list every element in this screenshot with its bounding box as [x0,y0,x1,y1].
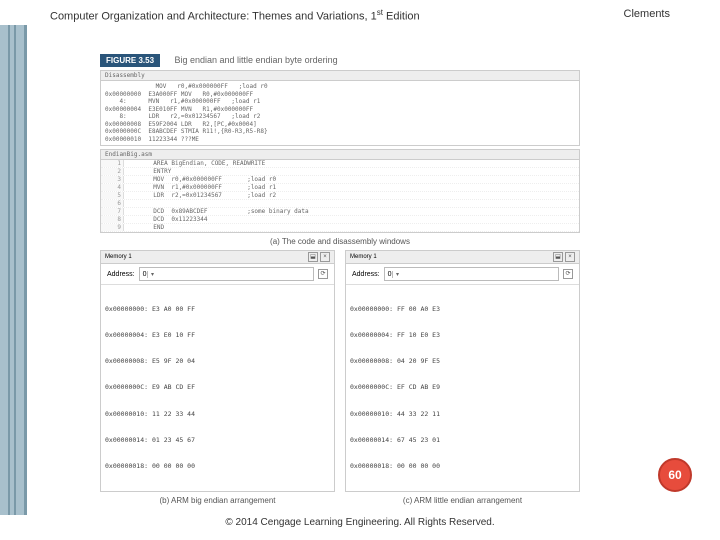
title-edition: Edition [383,11,420,23]
title-text: Computer Organization and Architecture: … [50,11,377,23]
dropdown-icon[interactable]: ▾ [147,271,158,278]
address-label: Address: [107,271,135,278]
caption-c: (c) ARM little endian arrangement [345,496,580,505]
memory-captions: (b) ARM big endian arrangement (c) ARM l… [100,492,580,509]
page-number: 60 [668,468,681,482]
asm-line: 8: LDR r2,=0x01234567 ;load r2 [101,113,579,121]
code-row: 6 [101,200,579,208]
slide-header: Computer Organization and Architecture: … [50,8,670,23]
disassembly-body: MOV r0,#0x000000FF ;load r0 0x00000000 E… [101,81,579,145]
mem-line: 0x00000008: E5 9F 20 04 [105,357,330,366]
memory-toolbar: ⬓ × [553,252,575,262]
mem-line: 0x00000000: E3 A0 00 FF [105,305,330,314]
go-icon[interactable]: ⟳ [318,269,328,279]
mem-line: 0x00000018: 00 00 00 00 [105,462,330,471]
line-num: 3 [101,176,124,183]
disassembly-header: Disassembly [101,71,579,81]
mem-line: 0x00000000: FF 00 A0 E3 [350,305,575,314]
code-row: 9 END [101,224,579,232]
memory-address-row: Address: 0▾ ⟳ [101,264,334,285]
line-num: 8 [101,216,124,223]
code-row: 7 DCD 0x89ABCDEF ;some binary data [101,208,579,216]
pin-icon[interactable]: ⬓ [308,252,318,262]
asm-line: 4: MVN r1,#0x000000FF ;load r1 [101,98,579,106]
line-num: 6 [101,200,124,207]
address-input[interactable]: 0▾ [384,267,559,281]
code-row: 4 MVN r1,#0x000000FF ;load r1 [101,184,579,192]
asm-line: 0x00000000 E3A000FF MOV R0,#0x000000FF [101,91,579,99]
code-text: AREA BigEndian, CODE, READWRITE [124,160,579,167]
code-panel: EndianBig.asm 1 AREA BigEndian, CODE, RE… [100,149,580,233]
mem-line: 0x00000004: FF 10 E0 E3 [350,331,575,340]
close-icon[interactable]: × [565,252,575,262]
mem-line: 0x00000008: 04 20 9F E5 [350,357,575,366]
asm-line: 0x00000008 E59F2004 LDR R2,[PC,#0x0004] [101,121,579,129]
code-text: LDR r2,=0x01234567 ;load r2 [124,192,579,199]
memory-title: Memory 1 [350,254,377,260]
memory-titlebar: Memory 1 ⬓ × [346,251,579,264]
mem-line: 0x00000014: 01 23 45 67 [105,436,330,445]
line-num: 1 [101,160,124,167]
asm-line: 0x00000010 11223344 ???ME [101,136,579,144]
asm-line: MOV r0,#0x000000FF ;load r0 [101,83,579,91]
code-row: 2 ENTRY [101,168,579,176]
mem-line: 0x00000014: 67 45 23 01 [350,436,575,445]
line-num: 7 [101,208,124,215]
copyright-footer: © 2014 Cengage Learning Engineering. All… [0,517,720,528]
code-text: DCD 0x11223344 [124,216,579,223]
author: Clements [624,8,670,23]
mem-line: 0x0000000C: E9 AB CD EF [105,383,330,392]
figure-title: Big endian and little endian byte orderi… [174,55,337,65]
code-header: EndianBig.asm [101,150,579,160]
figure-label: FIGURE 3.53 [100,54,160,67]
dropdown-icon[interactable]: ▾ [392,271,403,278]
figure: FIGURE 3.53 Big endian and little endian… [100,50,580,509]
mem-line: 0x00000018: 00 00 00 00 [350,462,575,471]
caption-a: (a) The code and disassembly windows [100,237,580,246]
code-text: ENTRY [124,168,579,175]
address-label: Address: [352,271,380,278]
asm-line: 0x00000004 E3E010FF MVN R1,#0x000000FF [101,106,579,114]
asm-line: 0x0000000C E8ABCDEF STMIA R11!,{R0-R3,R5… [101,128,579,136]
memory-right-body: 0x00000000: FF 00 A0 E3 0x00000004: FF 1… [346,285,579,491]
go-icon[interactable]: ⟳ [563,269,573,279]
memory-left-body: 0x00000000: E3 A0 00 FF 0x00000004: E3 E… [101,285,334,491]
code-row: 5 LDR r2,=0x01234567 ;load r2 [101,192,579,200]
caption-b: (b) ARM big endian arrangement [100,496,335,505]
line-num: 5 [101,192,124,199]
memory-row: Memory 1 ⬓ × Address: 0▾ ⟳ 0x00000000: E… [100,250,580,492]
mem-line: 0x0000000C: EF CD AB E9 [350,383,575,392]
line-num: 2 [101,168,124,175]
code-body: 1 AREA BigEndian, CODE, READWRITE 2 ENTR… [101,160,579,232]
code-row: 1 AREA BigEndian, CODE, READWRITE [101,160,579,168]
memory-title: Memory 1 [105,254,132,260]
line-num: 9 [101,224,124,231]
address-input[interactable]: 0▾ [139,267,314,281]
code-text: MOV r0,#0x000000FF ;load r0 [124,176,579,183]
code-text: DCD 0x89ABCDEF ;some binary data [124,208,579,215]
line-num: 4 [101,184,124,191]
memory-titlebar: Memory 1 ⬓ × [101,251,334,264]
memory-toolbar: ⬓ × [308,252,330,262]
memory-address-row: Address: 0▾ ⟳ [346,264,579,285]
mem-line: 0x00000004: E3 E0 10 FF [105,331,330,340]
code-row: 3 MOV r0,#0x000000FF ;load r0 [101,176,579,184]
pin-icon[interactable]: ⬓ [553,252,563,262]
side-accent [0,25,27,515]
code-row: 8 DCD 0x11223344 [101,216,579,224]
page-number-badge: 60 [658,458,692,492]
code-text [124,200,579,207]
close-icon[interactable]: × [320,252,330,262]
code-text: MVN r1,#0x000000FF ;load r1 [124,184,579,191]
mem-line: 0x00000010: 11 22 33 44 [105,410,330,419]
book-title: Computer Organization and Architecture: … [50,8,420,23]
disassembly-panel: Disassembly MOV r0,#0x000000FF ;load r0 … [100,70,580,146]
code-text: END [124,224,579,231]
memory-left-panel: Memory 1 ⬓ × Address: 0▾ ⟳ 0x00000000: E… [100,250,335,492]
mem-line: 0x00000010: 44 33 22 11 [350,410,575,419]
memory-right-panel: Memory 1 ⬓ × Address: 0▾ ⟳ 0x00000000: F… [345,250,580,492]
